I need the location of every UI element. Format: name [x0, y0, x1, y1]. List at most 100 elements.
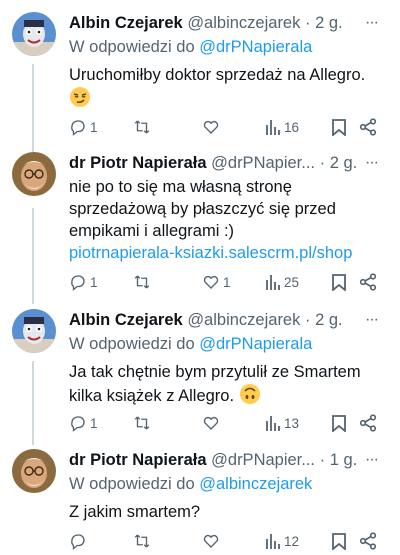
share-button[interactable] — [359, 270, 377, 294]
like-button[interactable] — [202, 411, 220, 435]
tweet-text: nie po to się ma własną stronę sprzedażo… — [69, 178, 353, 262]
reply-icon — [71, 534, 85, 550]
reply-to-link[interactable]: @drPNapierala — [199, 38, 312, 56]
tweet-time[interactable]: 2 g. — [315, 14, 343, 32]
repost-icon — [134, 275, 150, 289]
repost-icon — [134, 416, 150, 430]
shop-link[interactable]: piotrnapierala-ksiazki.salescrm.pl/shop — [69, 244, 352, 262]
reply-prefix: W odpowiedzi do — [69, 475, 195, 493]
more-options-icon[interactable]: ··· — [365, 152, 379, 174]
views-count: 25 — [284, 274, 300, 290]
share-icon — [359, 273, 377, 291]
reply-button[interactable]: 1 — [69, 270, 98, 294]
repost-button[interactable] — [133, 529, 151, 553]
tweet-time[interactable]: 1 g. — [330, 451, 358, 469]
separator-dot: · — [319, 451, 326, 469]
avatar[interactable] — [12, 449, 56, 493]
reply-context: W odpowiedzi do @drPNapierala — [69, 36, 392, 58]
avatar[interactable] — [12, 12, 56, 56]
reply-button[interactable]: 1 — [69, 411, 98, 435]
reply-to-link[interactable]: @drPNapierala — [199, 335, 312, 353]
views-icon — [266, 275, 280, 290]
tweet[interactable]: dr Piotr Napierała @drPNapier... · 1 g. … — [0, 449, 400, 555]
repost-button[interactable] — [133, 115, 151, 139]
tweet-header: Albin Czejarek @albinczejarek · 2 g. ··· — [69, 12, 392, 34]
bookmark-button[interactable] — [331, 270, 347, 294]
tweet[interactable]: Albin Czejarek @albinczejarek · 2 g. ···… — [0, 12, 400, 152]
repost-icon — [134, 120, 150, 134]
more-options-icon[interactable]: ··· — [365, 449, 379, 471]
separator-dot: · — [304, 14, 311, 32]
smirk-emoji-icon — [69, 86, 91, 114]
more-options-icon[interactable]: ··· — [365, 309, 379, 331]
tweet-actions: 1 13 — [69, 411, 389, 435]
reply-prefix: W odpowiedzi do — [69, 335, 195, 353]
author-name[interactable]: Albin Czejarek — [69, 311, 183, 329]
tweet-header: Albin Czejarek @albinczejarek · 2 g. ··· — [69, 309, 392, 331]
heart-icon — [203, 275, 219, 289]
avatar[interactable] — [12, 309, 56, 353]
reply-count: 1 — [90, 119, 98, 135]
reply-button[interactable] — [69, 529, 87, 553]
bookmark-icon — [332, 533, 346, 550]
like-button[interactable] — [202, 115, 220, 139]
share-icon — [359, 118, 377, 136]
share-button[interactable] — [359, 529, 377, 553]
tweet-header: dr Piotr Napierała @drPNapier... · 2 g. … — [69, 152, 392, 174]
views-icon — [266, 120, 280, 135]
views-count: 13 — [284, 415, 300, 431]
like-button[interactable] — [202, 529, 220, 553]
views-button[interactable]: 25 — [265, 270, 299, 294]
author-handle[interactable]: @drPNapier... — [211, 451, 315, 469]
author-handle[interactable]: @albinczejarek — [187, 311, 300, 329]
reply-icon — [71, 275, 85, 291]
share-button[interactable] — [359, 115, 377, 139]
reply-button[interactable]: 1 — [69, 115, 98, 139]
author-handle[interactable]: @albinczejarek — [187, 14, 300, 32]
tweet-actions: 1 1 25 — [69, 270, 389, 294]
like-count: 1 — [223, 274, 231, 290]
share-icon — [359, 532, 377, 550]
heart-icon — [203, 534, 219, 548]
tweet[interactable]: dr Piotr Napierała @drPNapier... · 2 g. … — [0, 152, 400, 302]
like-button[interactable]: 1 — [202, 270, 231, 294]
tweet-text: Uruchomiłby doktor sprzedaż na Allegro. — [69, 64, 392, 114]
reply-context: W odpowiedzi do @albinczejarek — [69, 473, 392, 495]
reply-icon — [71, 416, 85, 432]
tweet-text: Z jakim smartem? — [69, 503, 201, 521]
bookmark-button[interactable] — [331, 411, 347, 435]
tweet-time[interactable]: 2 g. — [315, 311, 343, 329]
views-button[interactable]: 16 — [265, 115, 299, 139]
repost-button[interactable] — [133, 270, 151, 294]
views-button[interactable]: 12 — [265, 529, 299, 553]
views-count: 16 — [284, 119, 300, 135]
bookmark-icon — [332, 119, 346, 136]
author-name[interactable]: dr Piotr Napierała — [69, 451, 207, 469]
author-name[interactable]: Albin Czejarek — [69, 14, 183, 32]
share-icon — [359, 414, 377, 432]
reply-context: W odpowiedzi do @drPNapierala — [69, 333, 392, 355]
views-button[interactable]: 13 — [265, 411, 299, 435]
reply-to-link[interactable]: @albinczejarek — [199, 475, 312, 493]
bookmark-button[interactable] — [331, 115, 347, 139]
author-name[interactable]: dr Piotr Napierała — [69, 154, 207, 172]
share-button[interactable] — [359, 411, 377, 435]
separator-dot: · — [319, 154, 326, 172]
reply-count: 1 — [90, 415, 98, 431]
reply-prefix: W odpowiedzi do — [69, 38, 195, 56]
repost-button[interactable] — [133, 411, 151, 435]
bookmark-icon — [332, 415, 346, 432]
author-handle[interactable]: @drPNapier... — [211, 154, 315, 172]
tweet-time[interactable]: 2 g. — [330, 154, 358, 172]
tweet-actions: 1 16 — [69, 115, 389, 139]
tweet[interactable]: Albin Czejarek @albinczejarek · 2 g. ···… — [0, 309, 400, 447]
more-options-icon[interactable]: ··· — [365, 12, 379, 34]
bookmark-button[interactable] — [331, 529, 347, 553]
reply-count: 1 — [90, 274, 98, 290]
views-icon — [266, 416, 280, 431]
reply-icon — [71, 120, 85, 136]
heart-icon — [203, 120, 219, 134]
avatar[interactable] — [12, 152, 56, 196]
tweet-text: Ja tak chętnie bym przytulił ze Smartem … — [69, 361, 392, 411]
views-count: 12 — [284, 533, 300, 549]
